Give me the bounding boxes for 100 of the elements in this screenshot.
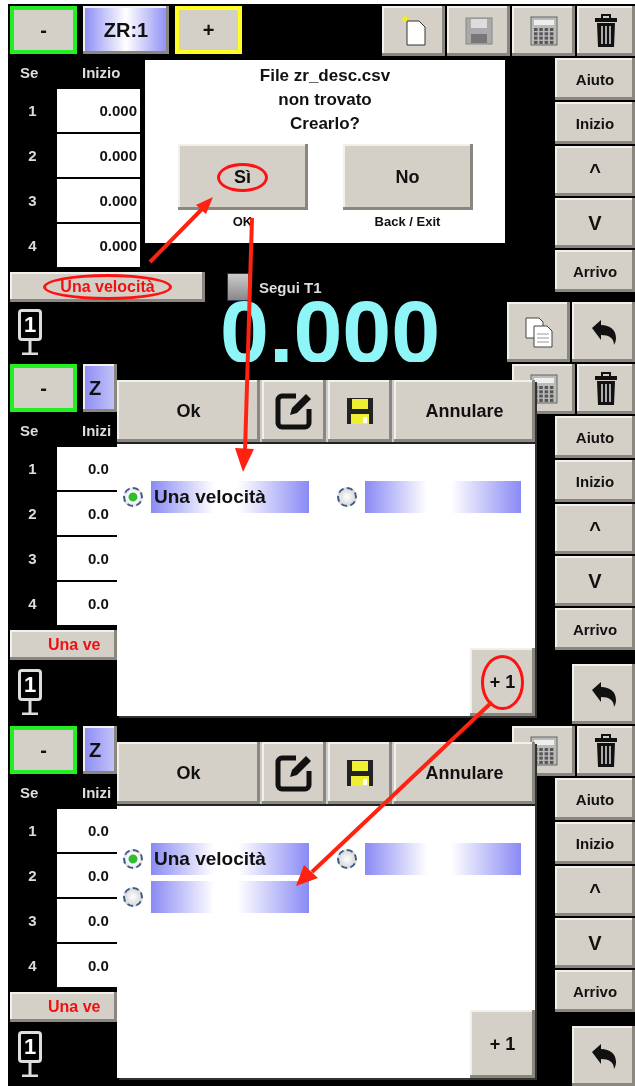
value-field[interactable]: 0.0 (57, 944, 117, 987)
side-button[interactable]: Inizio (555, 822, 635, 864)
back-button[interactable] (572, 302, 635, 362)
column-header: Se (19, 783, 40, 801)
dialog-button[interactable]: Ok (117, 380, 260, 442)
empty-option-field[interactable] (151, 881, 309, 913)
empty-option-field[interactable] (365, 481, 521, 513)
stand-icon (20, 1063, 40, 1077)
dialog-button[interactable]: Annulare (394, 380, 535, 442)
station-number: 1 (17, 309, 43, 341)
row-number: 3 (27, 191, 38, 211)
back-button[interactable] (572, 664, 635, 724)
side-button[interactable]: Arrivo (555, 250, 635, 292)
zone-button[interactable]: ZR:1 (83, 6, 169, 54)
side-button[interactable]: Inizio (555, 460, 635, 502)
button-caption: Back / Exit (374, 214, 441, 229)
value-field[interactable]: 0.0 (57, 492, 117, 535)
station-number: 1 (17, 1031, 43, 1063)
plus-button[interactable]: + (175, 6, 242, 54)
stand-icon (20, 341, 40, 355)
radio-button[interactable] (337, 487, 357, 507)
dialog-button[interactable]: Annulare (394, 742, 535, 804)
new-file-icon (400, 16, 427, 46)
value-field[interactable]: 0.0 (57, 537, 117, 580)
value-field[interactable]: 0.000 (57, 224, 140, 267)
calculator-button[interactable] (512, 6, 575, 56)
radio-button[interactable] (123, 887, 143, 907)
row-number: 2 (27, 146, 38, 166)
value-field[interactable]: 0.000 (57, 134, 140, 177)
zone-button[interactable]: Z (83, 364, 117, 412)
edit-icon (274, 753, 314, 793)
trash-button[interactable] (577, 726, 635, 776)
value-field[interactable]: 0.0 (57, 809, 117, 852)
trash-icon (594, 372, 618, 406)
row-number: 3 (27, 549, 38, 569)
value-field[interactable]: 0.0 (57, 582, 117, 625)
undo-arrow-icon (589, 1042, 618, 1070)
side-button[interactable]: V (555, 918, 635, 968)
side-button[interactable]: Arrivo (555, 970, 635, 1012)
option-label[interactable]: Una velocità (151, 843, 309, 875)
row-number: 1 (27, 821, 38, 841)
trash-icon (594, 734, 618, 768)
stand-icon (20, 701, 40, 715)
trash-icon (594, 14, 618, 48)
value-field[interactable]: 0.0 (57, 899, 117, 942)
value-field[interactable]: 0.0 (57, 447, 117, 490)
radio-button[interactable] (337, 849, 357, 869)
column-header: Inizi (81, 421, 112, 439)
column-header: Se (19, 63, 40, 81)
new-file-button[interactable] (382, 6, 445, 56)
minus-button[interactable]: - (10, 726, 77, 774)
back-button[interactable] (572, 1026, 635, 1086)
side-button[interactable]: ^ (555, 146, 635, 196)
side-button[interactable]: Inizio (555, 102, 635, 144)
edit-button[interactable] (262, 742, 326, 804)
trash-button[interactable] (577, 364, 635, 414)
value-field[interactable]: 0.000 (57, 89, 140, 132)
column-header: Se (19, 421, 40, 439)
row-number: 2 (27, 504, 38, 524)
side-button[interactable]: ^ (555, 504, 635, 554)
side-button[interactable]: Aiuto (555, 778, 635, 820)
row-number: 1 (27, 101, 38, 121)
value-field[interactable]: 0.000 (57, 179, 140, 222)
add-button[interactable]: + 1 (470, 1010, 535, 1078)
dialog-button[interactable]: Ok (117, 742, 260, 804)
dialog-message: Crearlo? (290, 113, 360, 135)
dialog-message: non trovato (278, 89, 372, 111)
row-number: 4 (27, 236, 38, 256)
value-field[interactable]: 0.0 (57, 854, 117, 897)
trash-button[interactable] (577, 6, 635, 56)
minus-button[interactable]: - (10, 364, 77, 412)
side-button[interactable]: V (555, 198, 635, 248)
empty-option-field[interactable] (365, 843, 521, 875)
copy-icon (523, 316, 554, 348)
column-header: Inizi (81, 783, 112, 801)
edit-icon (274, 391, 314, 431)
row-number: 4 (27, 594, 38, 614)
side-button[interactable]: Aiuto (555, 58, 635, 100)
dialog-button[interactable]: Sì (177, 144, 308, 210)
dialog-button[interactable]: No (342, 144, 473, 210)
minus-button[interactable]: - (10, 6, 77, 54)
undo-arrow-icon (589, 680, 618, 708)
station-number: 1 (17, 669, 43, 701)
copy-button[interactable] (507, 302, 570, 362)
edit-button[interactable] (262, 380, 326, 442)
save-button[interactable] (328, 380, 392, 442)
option-label[interactable]: Una velocità (151, 481, 309, 513)
undo-arrow-icon (589, 318, 618, 346)
radio-button[interactable] (123, 849, 143, 869)
zone-button[interactable]: Z (83, 726, 117, 774)
save-button[interactable] (328, 742, 392, 804)
side-button[interactable]: Aiuto (555, 416, 635, 458)
side-button[interactable]: Arrivo (555, 608, 635, 650)
annotation-arrow (148, 197, 213, 264)
add-button[interactable]: + 1 (470, 648, 535, 716)
row-number: 4 (27, 956, 38, 976)
side-button[interactable]: V (555, 556, 635, 606)
radio-button[interactable] (123, 487, 143, 507)
row-number: 3 (27, 911, 38, 931)
side-button[interactable]: ^ (555, 866, 635, 916)
